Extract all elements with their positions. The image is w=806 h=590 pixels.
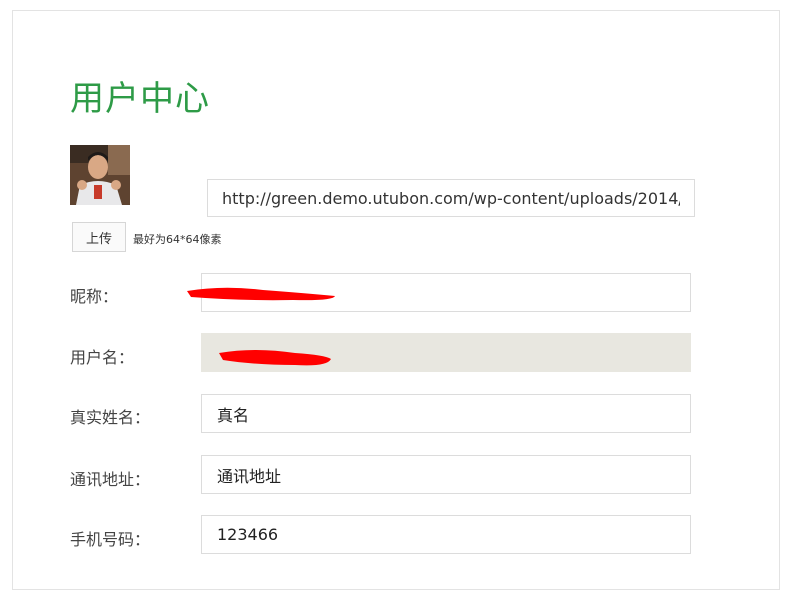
- upload-button[interactable]: 上传: [72, 222, 126, 252]
- avatar: [70, 145, 130, 205]
- phone-label: 手机号码：: [70, 530, 151, 549]
- address-field[interactable]: [201, 455, 691, 494]
- avatar-url-input[interactable]: [207, 179, 695, 217]
- nickname-field[interactable]: [201, 273, 691, 312]
- upload-size-hint: 最好为64*64像素: [133, 233, 222, 246]
- phone-field[interactable]: [201, 515, 691, 554]
- realname-label: 真实姓名：: [70, 408, 151, 427]
- user-center-panel: 用户中心 上传 最好为64*64像素 昵称： 用户名： 真实姓名： 通讯地址： …: [12, 10, 780, 590]
- avatar-photo: [70, 145, 130, 205]
- nickname-label: 昵称：: [70, 287, 119, 306]
- username-field: [201, 333, 691, 372]
- username-label: 用户名：: [70, 348, 135, 367]
- realname-field[interactable]: [201, 394, 691, 433]
- address-label: 通讯地址：: [70, 470, 151, 489]
- page-title: 用户中心: [70, 79, 210, 119]
